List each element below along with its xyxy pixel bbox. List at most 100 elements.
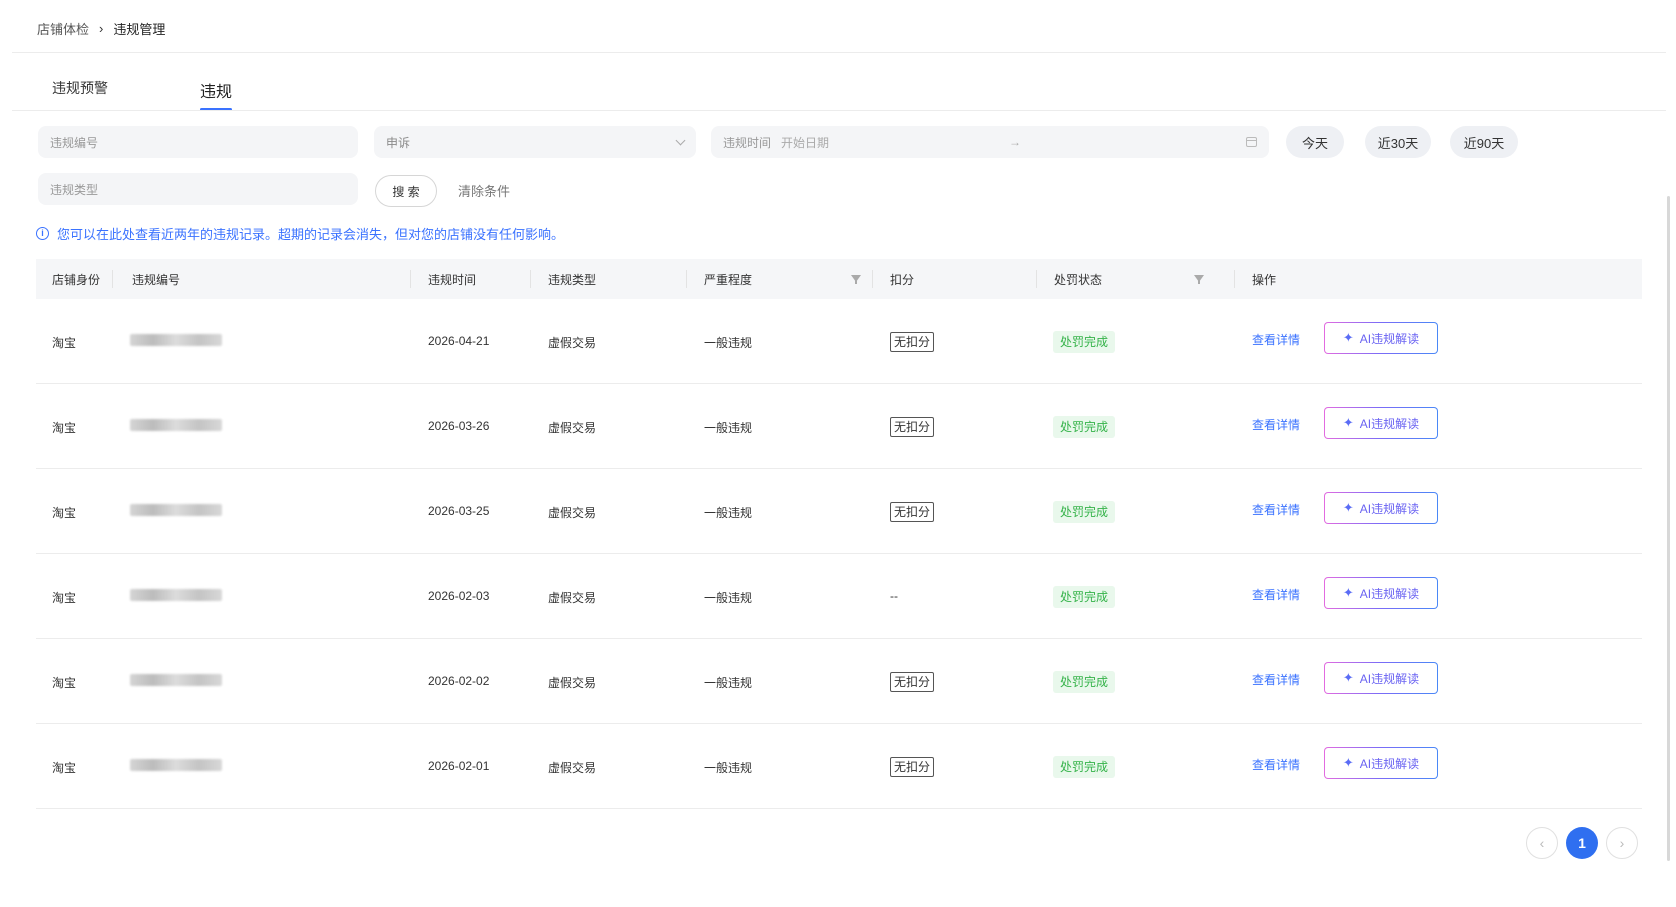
cell-severity: 一般违规 — [704, 676, 753, 690]
cell-shop-role: 淘宝 — [52, 591, 77, 605]
view-details-link[interactable]: 查看详情 — [1252, 501, 1300, 518]
cell-shop-role: 淘宝 — [52, 336, 77, 350]
ai-interpretation-button[interactable]: ✦ AI违规解读 — [1324, 407, 1438, 439]
view-details-link[interactable]: 查看详情 — [1252, 671, 1300, 688]
cell-severity: 一般违规 — [704, 761, 753, 775]
cell-violation-time: 2026-02-01 — [428, 759, 490, 773]
header-divider — [872, 270, 873, 288]
status-badge: 处罚完成 — [1053, 671, 1116, 693]
tab-bar: 违规预警 违规 — [52, 78, 233, 111]
pagination-prev-button[interactable]: ‹ — [1526, 827, 1558, 859]
cell-violation-time: 2026-03-25 — [428, 504, 490, 518]
cell-violation-type: 虚假交易 — [548, 676, 597, 690]
cell-violation-time: 2026-02-02 — [428, 674, 490, 688]
quick-range-90-days-button[interactable]: 近90天 — [1450, 126, 1518, 158]
redacted-violation-id — [130, 589, 222, 601]
header-divider — [12, 52, 1666, 53]
calendar-icon[interactable] — [1246, 137, 1257, 147]
cell-violation-type: 虚假交易 — [548, 506, 597, 520]
violation-type-input[interactable]: 违规类型 — [38, 173, 358, 205]
tab-violation-warning[interactable]: 违规预警 — [52, 78, 200, 110]
cell-violation-type: 虚假交易 — [548, 761, 597, 775]
cell-violation-type: 虚假交易 — [548, 591, 597, 605]
view-details-link[interactable]: 查看详情 — [1252, 586, 1300, 603]
header-divider — [1234, 270, 1235, 288]
sparkle-icon: ✦ — [1342, 415, 1354, 430]
table-row: 淘宝 2026-04-21 虚假交易 一般违规 无扣分 处罚完成 查看详情 ✦ A… — [36, 299, 1642, 384]
breadcrumb-violation-management: 违规管理 — [113, 21, 166, 37]
header-shop-role: 店铺身份 — [52, 272, 101, 287]
pagination-page-1[interactable]: 1 — [1566, 827, 1598, 859]
breadcrumb: 店铺体检 › 违规管理 — [37, 18, 165, 38]
info-icon: i — [36, 226, 49, 240]
vertical-scrollbar[interactable] — [1667, 196, 1670, 861]
header-divider — [112, 270, 113, 288]
view-details-link[interactable]: 查看详情 — [1252, 416, 1300, 433]
violation-id-placeholder: 违规编号 — [50, 135, 99, 150]
view-details-link[interactable]: 查看详情 — [1252, 756, 1300, 773]
tab-violation[interactable]: 违规 — [200, 78, 233, 111]
cell-violation-time: 2026-03-26 — [428, 419, 490, 433]
severity-filter-icon[interactable] — [851, 275, 861, 284]
search-button[interactable]: 搜 索 — [375, 175, 437, 207]
violation-table: 店铺身份 违规编号 违规时间 违规类型 严重程度 扣分 处罚状态 操作 淘宝 2… — [36, 259, 1642, 809]
cell-shop-role: 淘宝 — [52, 421, 77, 435]
cell-shop-role: 淘宝 — [52, 676, 77, 690]
redacted-violation-id — [130, 504, 222, 516]
ai-interpretation-button[interactable]: ✦ AI违规解读 — [1324, 662, 1438, 694]
cell-severity: 一般违规 — [704, 336, 753, 350]
status-badge: 处罚完成 — [1053, 756, 1116, 778]
score-empty: -- — [890, 589, 898, 603]
ai-interpretation-button[interactable]: ✦ AI违规解读 — [1324, 747, 1438, 779]
table-row: 淘宝 2026-02-01 虚假交易 一般违规 无扣分 处罚完成 查看详情 ✦ A… — [36, 724, 1642, 809]
ai-interpretation-button[interactable]: ✦ AI违规解读 — [1324, 577, 1438, 609]
status-filter-icon[interactable] — [1194, 275, 1204, 284]
score-badge: 无扣分 — [890, 417, 935, 437]
cell-shop-role: 淘宝 — [52, 506, 77, 520]
ai-button-label: AI违规解读 — [1359, 416, 1420, 431]
breadcrumb-shop-check[interactable]: 店铺体检 — [37, 19, 89, 38]
redacted-violation-id — [130, 334, 222, 346]
status-badge: 处罚完成 — [1053, 586, 1116, 608]
header-penalty-status: 处罚状态 — [1054, 272, 1103, 287]
redacted-violation-id — [130, 759, 222, 771]
date-range-arrow-icon: → — [1009, 135, 1022, 149]
table-row: 淘宝 2026-02-02 虚假交易 一般违规 无扣分 处罚完成 查看详情 ✦ A… — [36, 639, 1642, 724]
ai-button-label: AI违规解读 — [1359, 671, 1420, 686]
sparkle-icon: ✦ — [1342, 585, 1354, 600]
date-start-placeholder[interactable]: 开始日期 — [781, 134, 1009, 151]
score-badge: 无扣分 — [890, 672, 935, 692]
header-divider — [686, 270, 687, 288]
violation-date-range-picker[interactable]: 违规时间 开始日期 → — [711, 126, 1269, 158]
view-details-link[interactable]: 查看详情 — [1252, 331, 1300, 348]
status-badge: 处罚完成 — [1053, 501, 1116, 523]
cell-severity: 一般违规 — [704, 591, 753, 605]
header-divider — [410, 270, 411, 288]
table-header: 店铺身份 违规编号 违规时间 违规类型 严重程度 扣分 处罚状态 操作 — [36, 259, 1642, 299]
cell-violation-type: 虚假交易 — [548, 421, 597, 435]
sparkle-icon: ✦ — [1342, 330, 1354, 345]
pagination-next-button[interactable]: › — [1606, 827, 1638, 859]
header-divider — [530, 270, 531, 288]
score-badge: 无扣分 — [890, 502, 935, 522]
appeal-select[interactable]: 申诉 — [374, 126, 696, 158]
status-badge: 处罚完成 — [1053, 331, 1116, 353]
sparkle-icon: ✦ — [1342, 500, 1354, 515]
cell-shop-role: 淘宝 — [52, 761, 77, 775]
table-row: 淘宝 2026-03-25 虚假交易 一般违规 无扣分 处罚完成 查看详情 ✦ A… — [36, 469, 1642, 554]
quick-range-today-button[interactable]: 今天 — [1286, 126, 1344, 158]
ai-button-label: AI违规解读 — [1359, 756, 1420, 771]
clear-filters-button[interactable]: 清除条件 — [458, 181, 510, 200]
violation-id-input[interactable]: 违规编号 — [38, 126, 358, 158]
header-violation-id: 违规编号 — [132, 272, 181, 287]
status-badge: 处罚完成 — [1053, 416, 1116, 438]
tabs-divider — [12, 110, 1666, 111]
ai-interpretation-button[interactable]: ✦ AI违规解读 — [1324, 492, 1438, 524]
date-range-label: 违规时间 — [723, 135, 772, 150]
redacted-violation-id — [130, 419, 222, 431]
table-row: 淘宝 2026-03-26 虚假交易 一般违规 无扣分 处罚完成 查看详情 ✦ A… — [36, 384, 1642, 469]
quick-range-30-days-button[interactable]: 近30天 — [1365, 126, 1431, 158]
appeal-select-value: 申诉 — [386, 135, 411, 150]
header-score: 扣分 — [890, 272, 915, 287]
ai-interpretation-button[interactable]: ✦ AI违规解读 — [1324, 322, 1438, 354]
